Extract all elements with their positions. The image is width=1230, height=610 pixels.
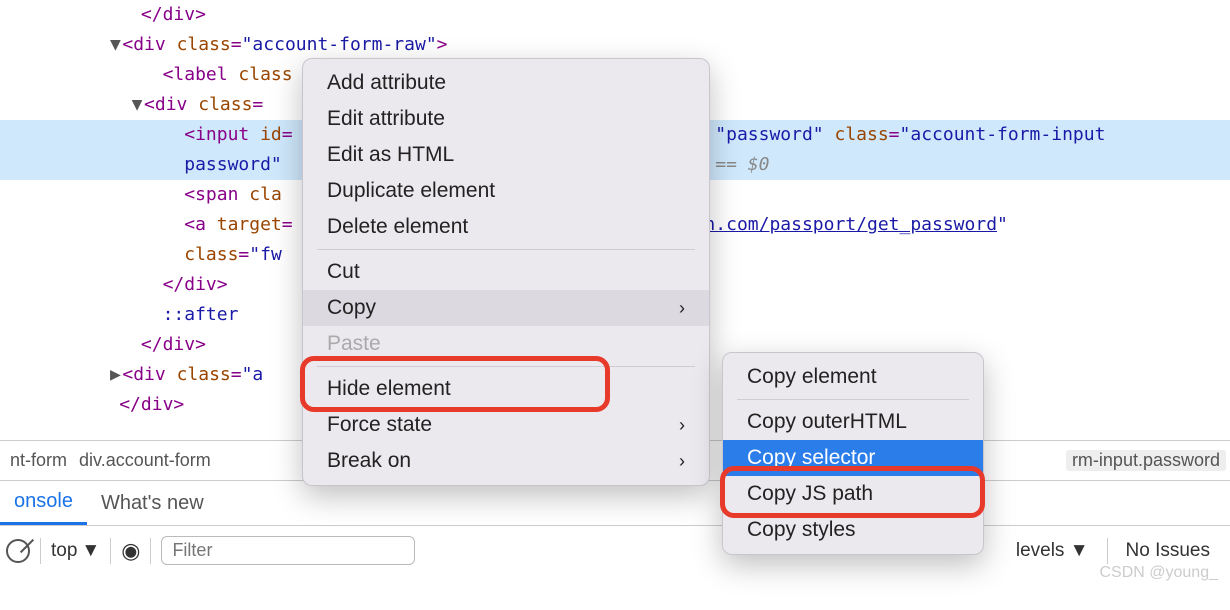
separator <box>40 538 41 564</box>
context-menu: Add attribute Edit attribute Edit as HTM… <box>302 58 710 486</box>
menu-force-state[interactable]: Force state› <box>303 407 709 443</box>
context-submenu-copy: Copy element Copy outerHTML Copy selecto… <box>722 352 984 555</box>
menu-copy-selector[interactable]: Copy selector <box>723 440 983 476</box>
separator <box>1107 538 1108 564</box>
filter-input[interactable] <box>161 536 415 565</box>
drawer-tabs: onsole What's new <box>0 480 1230 525</box>
watermark: CSDN @young_ <box>1099 564 1218 582</box>
clear-console-icon[interactable] <box>6 539 30 563</box>
code-line[interactable]: ▼<div class="account-form-raw"> <box>0 30 1230 60</box>
menu-copy-element[interactable]: Copy element <box>723 359 983 395</box>
context-selector[interactable]: top ▼ <box>51 540 100 562</box>
menu-hide-element[interactable]: Hide element <box>303 371 709 407</box>
menu-delete-element[interactable]: Delete element <box>303 209 709 245</box>
menu-add-attribute[interactable]: Add attribute <box>303 65 709 101</box>
separator <box>150 538 151 564</box>
menu-edit-attribute[interactable]: Edit attribute <box>303 101 709 137</box>
menu-copy-js-path[interactable]: Copy JS path <box>723 476 983 512</box>
chevron-down-icon: ▼ <box>81 540 100 562</box>
menu-paste: Paste <box>303 326 709 362</box>
code-line[interactable]: </div> <box>0 0 1230 30</box>
eye-icon[interactable]: ◉ <box>121 538 140 564</box>
menu-duplicate-element[interactable]: Duplicate element <box>303 173 709 209</box>
issues-indicator[interactable]: No Issues <box>1126 540 1210 562</box>
chevron-right-icon: › <box>679 298 685 319</box>
disclosure-triangle-icon[interactable]: ▶ <box>108 360 122 390</box>
breadcrumb-item-active[interactable]: rm-input.password <box>1066 450 1226 471</box>
menu-copy-styles[interactable]: Copy styles <box>723 512 983 548</box>
breadcrumb-item[interactable]: div.account-form <box>73 450 217 471</box>
tab-whats-new[interactable]: What's new <box>87 481 218 525</box>
breadcrumb-item[interactable]: nt-form <box>4 450 73 471</box>
log-levels-dropdown[interactable]: levels ▼ <box>1016 540 1089 562</box>
menu-copy-outerhtml[interactable]: Copy outerHTML <box>723 404 983 440</box>
menu-edit-as-html[interactable]: Edit as HTML <box>303 137 709 173</box>
separator <box>110 538 111 564</box>
chevron-right-icon: › <box>679 451 685 472</box>
tab-console[interactable]: onsole <box>0 481 87 525</box>
disclosure-triangle-icon[interactable]: ▼ <box>108 30 122 60</box>
menu-cut[interactable]: Cut <box>303 254 709 290</box>
menu-break-on[interactable]: Break on› <box>303 443 709 479</box>
menu-copy[interactable]: Copy› <box>303 290 709 326</box>
chevron-right-icon: › <box>679 415 685 436</box>
disclosure-triangle-icon[interactable]: ▼ <box>130 90 144 120</box>
console-toolbar: top ▼ ◉ levels ▼ No Issues <box>0 525 1230 575</box>
